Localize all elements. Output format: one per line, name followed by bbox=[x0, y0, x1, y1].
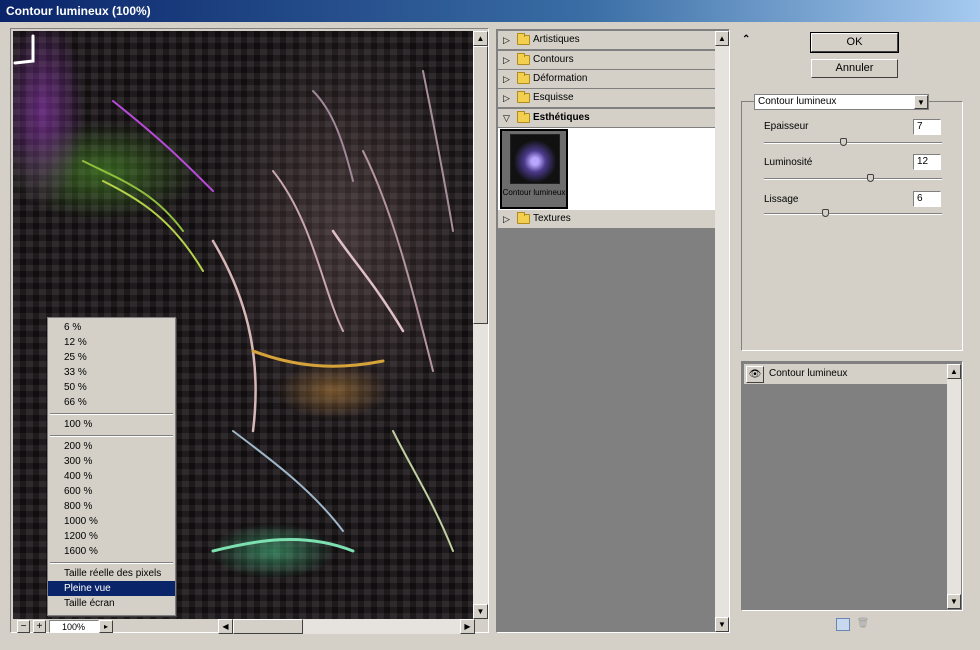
folder-icon bbox=[517, 72, 530, 84]
horizontal-scroll-thumb[interactable] bbox=[233, 619, 303, 634]
trash-icon[interactable]: 🗑 bbox=[856, 618, 870, 631]
luminosite-field[interactable]: 12 bbox=[913, 154, 941, 170]
category-label: Textures bbox=[533, 213, 571, 224]
zoom-option[interactable]: 1600 % bbox=[48, 544, 175, 559]
cancel-button[interactable]: Annuler bbox=[811, 59, 898, 78]
scroll-left-button[interactable]: ◀ bbox=[218, 619, 233, 634]
category-label: Artistiques bbox=[533, 34, 580, 45]
window-title: Contour lumineux (100%) bbox=[6, 4, 151, 18]
filter-preview-image bbox=[510, 134, 560, 184]
zoom-option[interactable]: 25 % bbox=[48, 350, 175, 365]
zoom-option[interactable]: 100 % bbox=[48, 417, 175, 432]
epaisseur-field[interactable]: 7 bbox=[913, 119, 941, 135]
scroll-down-button[interactable]: ▼ bbox=[473, 604, 488, 619]
scroll-down-button[interactable]: ▼ bbox=[715, 617, 729, 632]
zoom-option[interactable]: 200 % bbox=[48, 439, 175, 454]
zoom-option[interactable]: 400 % bbox=[48, 469, 175, 484]
category-textures[interactable]: ▷ Textures bbox=[498, 210, 715, 229]
category-deformation[interactable]: ▷ Déformation bbox=[498, 70, 715, 89]
category-label: Esthétiques bbox=[533, 112, 590, 123]
expand-triangle-icon[interactable]: ▷ bbox=[503, 210, 510, 228]
zoom-dropdown-arrow-icon[interactable]: ▸ bbox=[99, 620, 113, 633]
preview-vertical-scrollbar[interactable]: ▲ ▼ bbox=[473, 31, 488, 619]
zoom-option[interactable]: 1000 % bbox=[48, 514, 175, 529]
category-esthetiques[interactable]: ▽ Esthétiques bbox=[498, 109, 715, 128]
expand-triangle-icon[interactable]: ▷ bbox=[503, 89, 510, 107]
effect-layer-name: Contour lumineux bbox=[769, 368, 848, 379]
scroll-up-button[interactable]: ▲ bbox=[715, 31, 729, 46]
zoom-option[interactable]: 33 % bbox=[48, 365, 175, 380]
menu-separator bbox=[48, 410, 175, 417]
menu-separator bbox=[48, 559, 175, 566]
scroll-up-button[interactable]: ▲ bbox=[947, 364, 961, 379]
scroll-right-button[interactable]: ▶ bbox=[460, 619, 475, 634]
zoom-option[interactable]: 66 % bbox=[48, 395, 175, 410]
ok-button[interactable]: OK bbox=[810, 32, 899, 53]
zoom-option-selected[interactable]: Pleine vue bbox=[48, 581, 175, 596]
zoom-option[interactable]: 1200 % bbox=[48, 529, 175, 544]
category-artistiques[interactable]: ▷ Artistiques bbox=[498, 31, 715, 50]
filter-select-value: Contour lumineux bbox=[758, 96, 837, 107]
new-effect-layer-icon[interactable] bbox=[836, 618, 850, 631]
filter-select[interactable]: Contour lumineux ▼ bbox=[754, 94, 929, 110]
zoom-option[interactable]: 600 % bbox=[48, 484, 175, 499]
filter-thumbnails: Contour lumineux bbox=[498, 128, 715, 210]
dropdown-arrow-icon[interactable]: ▼ bbox=[914, 95, 928, 109]
lissage-slider[interactable] bbox=[764, 213, 942, 215]
gallery-scrollbar[interactable]: ▲ ▼ bbox=[715, 31, 729, 632]
effect-layers-panel: 👁 Contour lumineux ▲ ▼ bbox=[741, 361, 963, 611]
effect-layer-row[interactable]: 👁 Contour lumineux bbox=[744, 364, 947, 385]
preview-horizontal-scrollbar[interactable]: ◀ ▶ bbox=[218, 619, 475, 634]
filter-thumbnail-caption: Contour lumineux bbox=[502, 188, 566, 197]
param-label-lissage: Lissage bbox=[764, 194, 799, 205]
zoom-out-button[interactable]: − bbox=[17, 620, 30, 633]
folder-icon bbox=[517, 212, 530, 224]
lissage-slider-knob[interactable] bbox=[822, 209, 829, 217]
collapse-triangle-icon[interactable]: ▽ bbox=[503, 109, 510, 127]
folder-icon bbox=[517, 33, 530, 45]
zoom-option[interactable]: 12 % bbox=[48, 335, 175, 350]
luminosite-slider[interactable] bbox=[764, 178, 942, 180]
zoom-in-button[interactable]: + bbox=[33, 620, 46, 633]
zoom-option[interactable]: 800 % bbox=[48, 499, 175, 514]
zoom-option[interactable]: 300 % bbox=[48, 454, 175, 469]
zoom-option[interactable]: Taille écran bbox=[48, 596, 175, 611]
lissage-field[interactable]: 6 bbox=[913, 191, 941, 207]
zoom-option[interactable]: 6 % bbox=[48, 320, 175, 335]
menu-separator bbox=[48, 432, 175, 439]
open-folder-icon bbox=[517, 111, 530, 123]
category-label: Esquisse bbox=[533, 92, 574, 103]
luminosite-slider-knob[interactable] bbox=[867, 174, 874, 182]
layers-scrollbar[interactable]: ▲ ▼ bbox=[947, 364, 961, 609]
expand-triangle-icon[interactable]: ▷ bbox=[503, 51, 510, 69]
zoom-bar: − + 100% ▸ ◀ ▶ bbox=[13, 619, 475, 634]
category-contours[interactable]: ▷ Contours bbox=[498, 51, 715, 70]
filter-thumbnail-contour-lumineux[interactable]: Contour lumineux bbox=[500, 129, 568, 209]
scroll-down-button[interactable]: ▼ bbox=[947, 594, 961, 609]
filter-gallery: ▷ Artistiques ▷ Contours ▷ Déformation ▷… bbox=[496, 29, 730, 633]
window-title-bar: Contour lumineux (100%) bbox=[0, 0, 980, 22]
folder-icon bbox=[517, 91, 530, 103]
expand-triangle-icon[interactable]: ▷ bbox=[503, 31, 510, 49]
scroll-up-button[interactable]: ▲ bbox=[473, 31, 488, 46]
folder-icon bbox=[517, 53, 530, 65]
collapse-gallery-icon[interactable]: ⌃ bbox=[742, 34, 750, 45]
category-label: Contours bbox=[533, 54, 574, 65]
zoom-option[interactable]: Taille réelle des pixels bbox=[48, 566, 175, 581]
zoom-field[interactable]: 100% bbox=[49, 620, 99, 633]
epaisseur-slider-knob[interactable] bbox=[840, 138, 847, 146]
zoom-option[interactable]: 50 % bbox=[48, 380, 175, 395]
expand-triangle-icon[interactable]: ▷ bbox=[503, 70, 510, 88]
zoom-menu: 6 % 12 % 25 % 33 % 50 % 66 % 100 % 200 %… bbox=[47, 317, 176, 616]
param-label-luminosite: Luminosité bbox=[764, 157, 813, 168]
vertical-scroll-thumb[interactable] bbox=[473, 46, 488, 324]
epaisseur-slider[interactable] bbox=[764, 142, 942, 144]
param-label-epaisseur: Epaisseur bbox=[764, 121, 809, 132]
category-label: Déformation bbox=[533, 73, 588, 84]
filter-settings-panel bbox=[741, 101, 963, 351]
eye-icon[interactable]: 👁 bbox=[746, 366, 764, 383]
category-esquisse[interactable]: ▷ Esquisse bbox=[498, 89, 715, 108]
